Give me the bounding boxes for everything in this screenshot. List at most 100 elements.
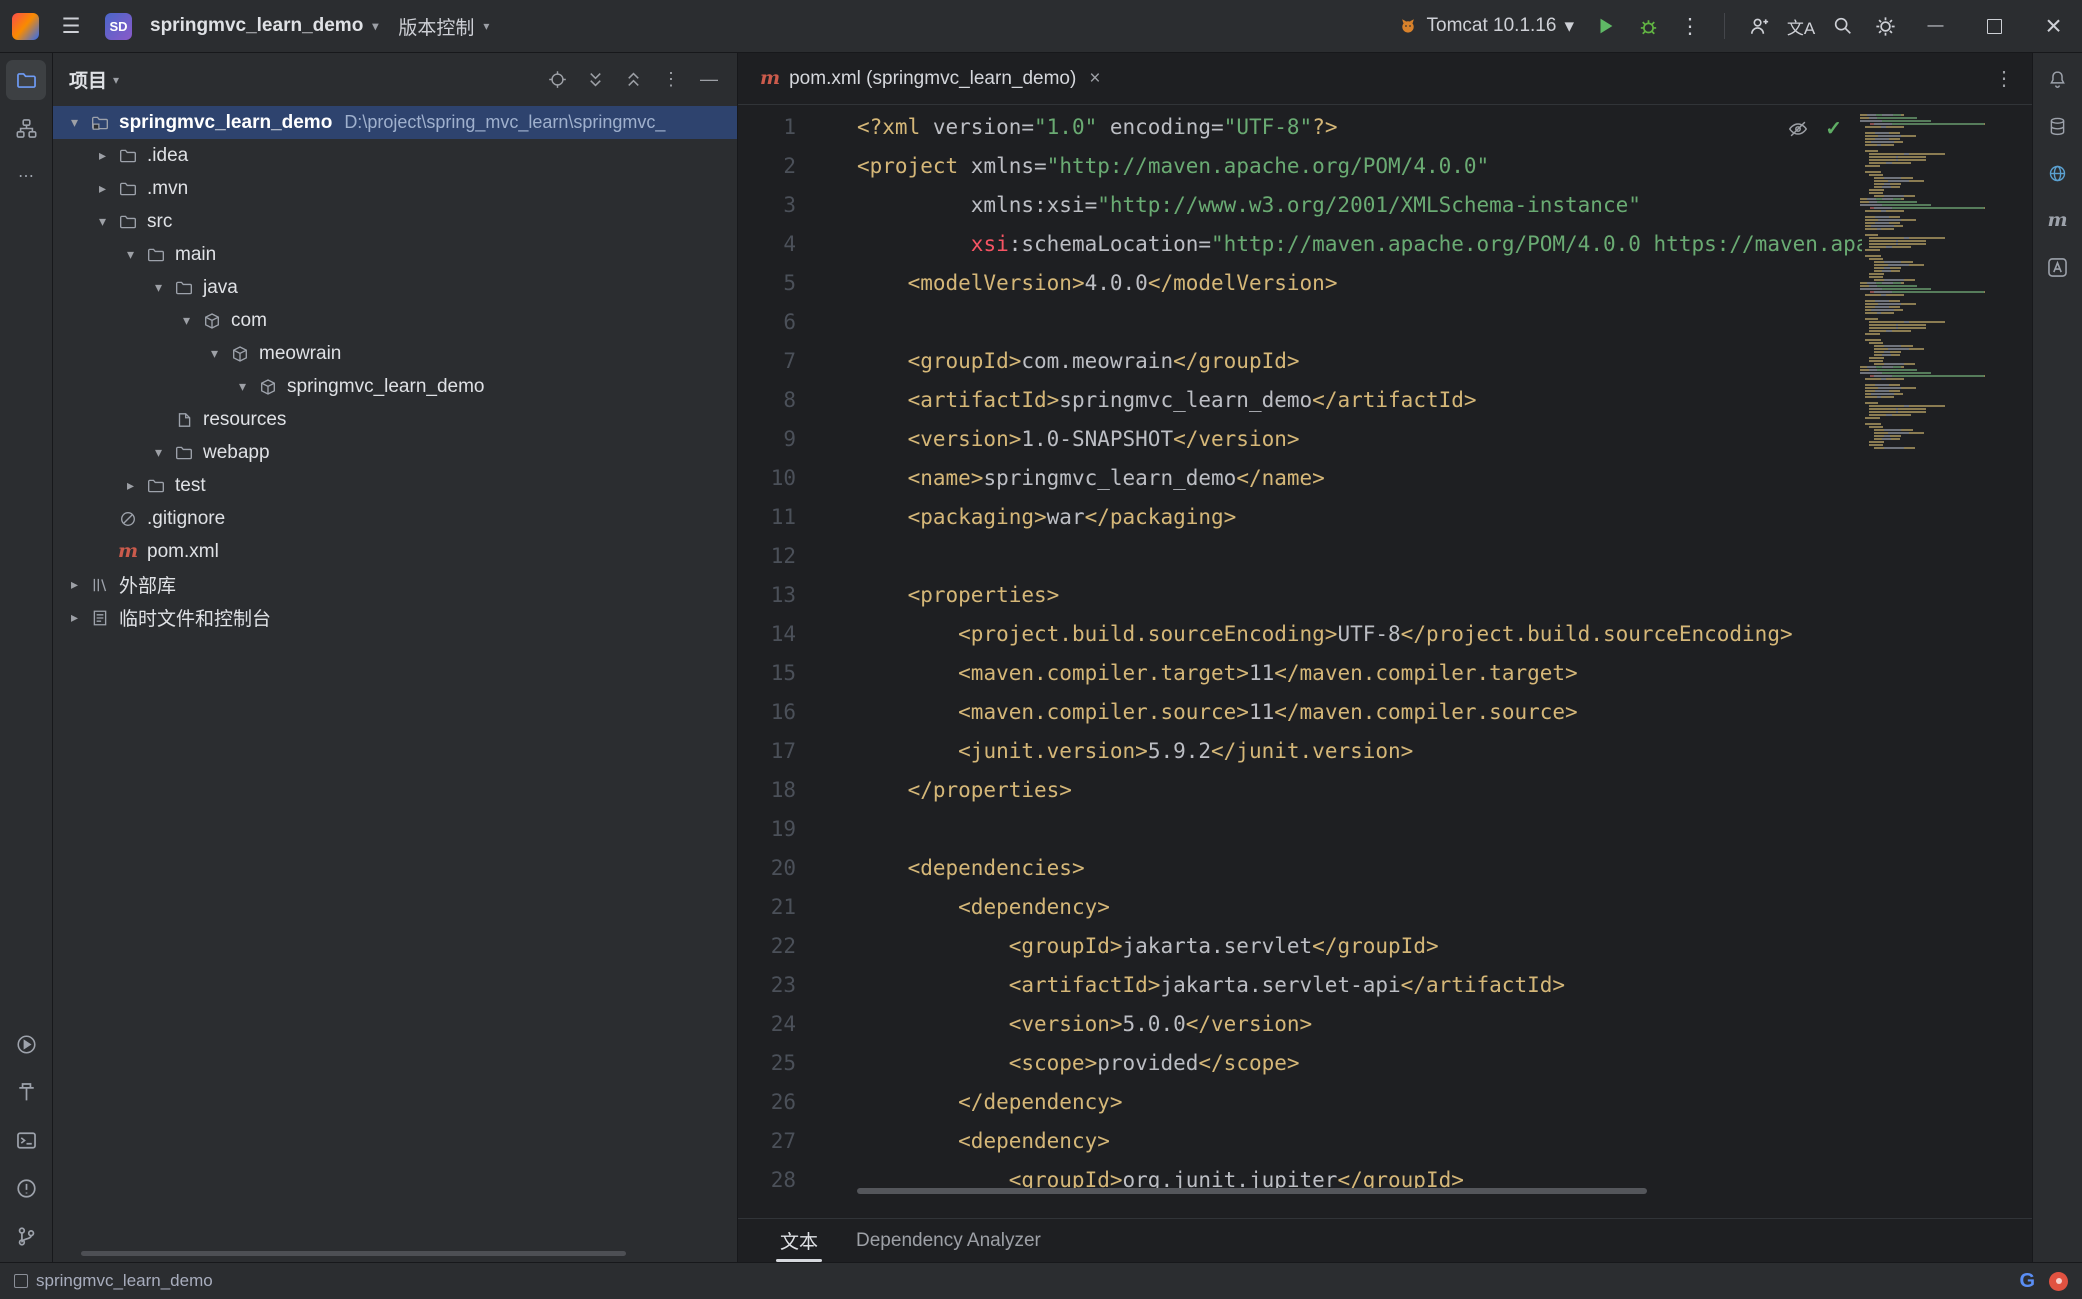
- chevron-down-icon[interactable]: ▾: [173, 312, 200, 329]
- terminal-tool-button[interactable]: [6, 1120, 46, 1160]
- no-problems-icon[interactable]: ✓: [1825, 116, 1842, 141]
- code-line[interactable]: <version>1.0-SNAPSHOT</version>: [857, 420, 1862, 459]
- code-line[interactable]: <packaging>war</packaging>: [857, 498, 1862, 537]
- search-everywhere-button[interactable]: [1823, 6, 1863, 46]
- code-line[interactable]: <version>5.0.0</version>: [857, 1005, 1862, 1044]
- code-minimap[interactable]: [1860, 114, 2012, 450]
- tree-item-resources[interactable]: resources: [53, 403, 737, 436]
- minimize-button[interactable]: —: [1907, 0, 1964, 53]
- settings-button[interactable]: [1865, 6, 1905, 46]
- database-tool-button[interactable]: [2038, 106, 2078, 146]
- project-badge[interactable]: SD: [105, 13, 132, 40]
- code-line[interactable]: <artifactId>springmvc_learn_demo</artifa…: [857, 381, 1862, 420]
- debug-button[interactable]: [1628, 6, 1668, 46]
- code-line[interactable]: <maven.compiler.source>11</maven.compile…: [857, 693, 1862, 732]
- code-line[interactable]: [857, 537, 1862, 576]
- tree-item-src[interactable]: ▾src: [53, 205, 737, 238]
- tree-item-pom.xml[interactable]: mpom.xml: [53, 535, 737, 568]
- tree-item-java[interactable]: ▾java: [53, 271, 737, 304]
- code-line[interactable]: xmlns:xsi="http://www.w3.org/2001/XMLSch…: [857, 186, 1862, 225]
- run-configuration-widget[interactable]: Tomcat 10.1.16 ▾: [1387, 6, 1584, 46]
- project-widget[interactable]: springmvc_learn_demo ▾: [142, 6, 386, 46]
- code-line[interactable]: </properties>: [857, 771, 1862, 810]
- project-tool-button[interactable]: [6, 60, 46, 100]
- tree-item-.gitignore[interactable]: .gitignore: [53, 502, 737, 535]
- maven-tool-button[interactable]: m: [2038, 200, 2078, 240]
- chevron-right-icon[interactable]: ▸: [89, 180, 116, 197]
- code-line[interactable]: <junit.version>5.9.2</junit.version>: [857, 732, 1862, 771]
- chevron-right-icon[interactable]: ▸: [117, 477, 144, 494]
- project-panel-title[interactable]: 项目: [69, 66, 107, 93]
- main-menu-button[interactable]: ☰: [51, 6, 91, 46]
- chevron-down-icon[interactable]: ▾: [89, 213, 116, 230]
- code-line[interactable]: xsi:schemaLocation="http://maven.apache.…: [857, 225, 1862, 264]
- tree-item--[interactable]: ▸外部库: [53, 568, 737, 601]
- code-line[interactable]: <scope>provided</scope>: [857, 1044, 1862, 1083]
- more-actions-button[interactable]: ⋮: [1670, 6, 1710, 46]
- chevron-down-icon[interactable]: ▾: [117, 246, 144, 263]
- red-circle-icon[interactable]: [2049, 1272, 2068, 1291]
- notifications-button[interactable]: [2038, 59, 2078, 99]
- editor-horizontal-scrollbar[interactable]: [857, 1188, 1647, 1194]
- more-tool-windows-button[interactable]: ⋯: [6, 156, 46, 196]
- close-button[interactable]: ×: [2025, 0, 2082, 53]
- tree-item-springmvc_learn_demo[interactable]: ▾springmvc_learn_demoD:\project\spring_m…: [53, 106, 737, 139]
- endpoints-tool-button[interactable]: [2038, 153, 2078, 193]
- code-line[interactable]: <maven.compiler.target>11</maven.compile…: [857, 654, 1862, 693]
- bottom-tab-dependency-analyzer[interactable]: Dependency Analyzer: [840, 1219, 1057, 1262]
- code-line[interactable]: [857, 303, 1862, 342]
- code-line[interactable]: <?xml version="1.0" encoding="UTF-8"?>: [857, 108, 1862, 147]
- ai-assistant-button[interactable]: [2038, 247, 2078, 287]
- chevron-right-icon[interactable]: ▸: [89, 147, 116, 164]
- services-tool-button[interactable]: [6, 1024, 46, 1064]
- code-line[interactable]: <dependency>: [857, 888, 1862, 927]
- code-line[interactable]: <dependency>: [857, 1122, 1862, 1161]
- build-tool-button[interactable]: [6, 1072, 46, 1112]
- tree-item-springmvc_learn_demo[interactable]: ▾springmvc_learn_demo: [53, 370, 737, 403]
- tree-item-meowrain[interactable]: ▾meowrain: [53, 337, 737, 370]
- google-icon[interactable]: G: [2019, 1270, 2035, 1293]
- code-line[interactable]: <name>springmvc_learn_demo</name>: [857, 459, 1862, 498]
- code-line[interactable]: <artifactId>jakarta.servlet-api</artifac…: [857, 966, 1862, 1005]
- tree-item-test[interactable]: ▸test: [53, 469, 737, 502]
- code-line[interactable]: <project.build.sourceEncoding>UTF-8</pro…: [857, 615, 1862, 654]
- hide-panel-button[interactable]: —: [693, 64, 725, 96]
- chevron-right-icon[interactable]: ▸: [61, 576, 88, 593]
- locate-file-button[interactable]: [541, 64, 573, 96]
- code-area[interactable]: <?xml version="1.0" encoding="UTF-8"?> <p…: [857, 108, 1862, 1193]
- code-line[interactable]: <dependencies>: [857, 849, 1862, 888]
- tab-options-button[interactable]: ⋮: [1986, 66, 2022, 91]
- translate-button[interactable]: 文A: [1781, 6, 1821, 46]
- tree-item-com[interactable]: ▾com: [53, 304, 737, 337]
- editor-body[interactable]: 1234567891011121314151617181920212223242…: [738, 106, 2032, 1218]
- code-line[interactable]: <groupId>jakarta.servlet</groupId>: [857, 927, 1862, 966]
- tree-item-.mvn[interactable]: ▸.mvn: [53, 172, 737, 205]
- chevron-down-icon[interactable]: ▾: [229, 378, 256, 395]
- structure-tool-button[interactable]: [6, 108, 46, 148]
- code-line[interactable]: <groupId>com.meowrain</groupId>: [857, 342, 1862, 381]
- tree-item-webapp[interactable]: ▾webapp: [53, 436, 737, 469]
- chevron-down-icon[interactable]: ▾: [145, 279, 172, 296]
- version-control-tool-button[interactable]: [6, 1216, 46, 1256]
- maximize-button[interactable]: [1966, 0, 2023, 53]
- code-with-me-button[interactable]: [1739, 6, 1779, 46]
- editor-tab-pom[interactable]: m pom.xml (springmvc_learn_demo) ×: [748, 53, 1112, 104]
- code-line[interactable]: [857, 810, 1862, 849]
- code-line[interactable]: <modelVersion>4.0.0</modelVersion>: [857, 264, 1862, 303]
- chevron-down-icon[interactable]: ▾: [145, 444, 172, 461]
- tree-item-main[interactable]: ▾main: [53, 238, 737, 271]
- code-line[interactable]: </dependency>: [857, 1083, 1862, 1122]
- chevron-right-icon[interactable]: ▸: [61, 609, 88, 626]
- highlight-off-icon[interactable]: [1787, 118, 1809, 140]
- code-line[interactable]: <properties>: [857, 576, 1862, 615]
- panel-options-button[interactable]: ⋮: [655, 64, 687, 96]
- tree-item--[interactable]: ▸临时文件和控制台: [53, 601, 737, 634]
- expand-all-button[interactable]: [579, 64, 611, 96]
- inspections-widget[interactable]: ✓: [1787, 116, 1842, 141]
- status-breadcrumb[interactable]: springmvc_learn_demo: [14, 1271, 213, 1291]
- bottom-tab--[interactable]: 文本: [764, 1219, 834, 1262]
- tree-item-.idea[interactable]: ▸.idea: [53, 139, 737, 172]
- chevron-down-icon[interactable]: ▾: [201, 345, 228, 362]
- project-horizontal-scrollbar[interactable]: [81, 1251, 626, 1256]
- chevron-down-icon[interactable]: ▾: [61, 114, 88, 131]
